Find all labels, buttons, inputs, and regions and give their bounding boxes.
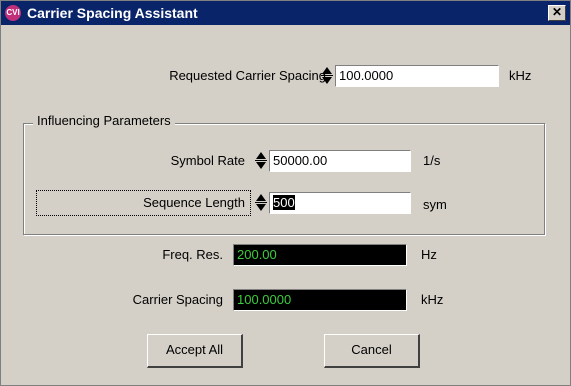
symbol-rate-unit: 1/s (423, 153, 441, 168)
close-button[interactable]: ✕ (548, 5, 566, 21)
accept-all-button[interactable]: Accept All (147, 334, 243, 368)
spin-up-icon[interactable] (322, 67, 332, 74)
sequence-length-unit: sym (423, 197, 447, 212)
carrier-spacing-unit: kHz (421, 292, 444, 307)
spin-down-icon[interactable] (322, 77, 332, 84)
cancel-button[interactable]: Cancel (324, 334, 420, 368)
spin-up-icon[interactable] (256, 152, 266, 159)
sequence-length-label: Sequence Length (143, 195, 245, 210)
carrier-spacing-indicator: 100.0000 (233, 289, 407, 311)
influencing-parameters-group (23, 123, 545, 235)
symbol-rate-label: Symbol Rate (170, 153, 245, 168)
spin-up-icon[interactable] (256, 194, 266, 201)
spin-down-icon[interactable] (256, 162, 266, 169)
window-title: Carrier Spacing Assistant (27, 5, 198, 21)
freq-res-indicator: 200.00 (233, 244, 407, 266)
sequence-length-spinner[interactable] (255, 192, 267, 214)
spin-down-icon[interactable] (256, 204, 266, 211)
selected-text: 500 (273, 195, 295, 210)
sequence-length-input[interactable]: 500 (269, 192, 411, 214)
symbol-rate-spinner[interactable] (255, 150, 267, 172)
requested-spacing-spinner[interactable] (321, 65, 333, 87)
close-icon: ✕ (551, 5, 563, 19)
carrier-spacing-dialog: CVI Carrier Spacing Assistant ✕ Requeste… (0, 0, 571, 386)
title-bar[interactable]: CVI Carrier Spacing Assistant ✕ (1, 1, 570, 25)
cvi-app-icon: CVI (5, 5, 21, 21)
carrier-spacing-label: Carrier Spacing (132, 292, 223, 307)
requested-spacing-unit: kHz (509, 68, 532, 83)
freq-res-label: Freq. Res. (162, 247, 223, 262)
requested-spacing-input[interactable]: 100.0000 (335, 65, 499, 87)
symbol-rate-input[interactable]: 50000.00 (269, 150, 411, 172)
freq-res-unit: Hz (421, 247, 437, 262)
group-title: Influencing Parameters (33, 113, 175, 128)
requested-spacing-label: Requested Carrier Spacing (169, 68, 326, 83)
